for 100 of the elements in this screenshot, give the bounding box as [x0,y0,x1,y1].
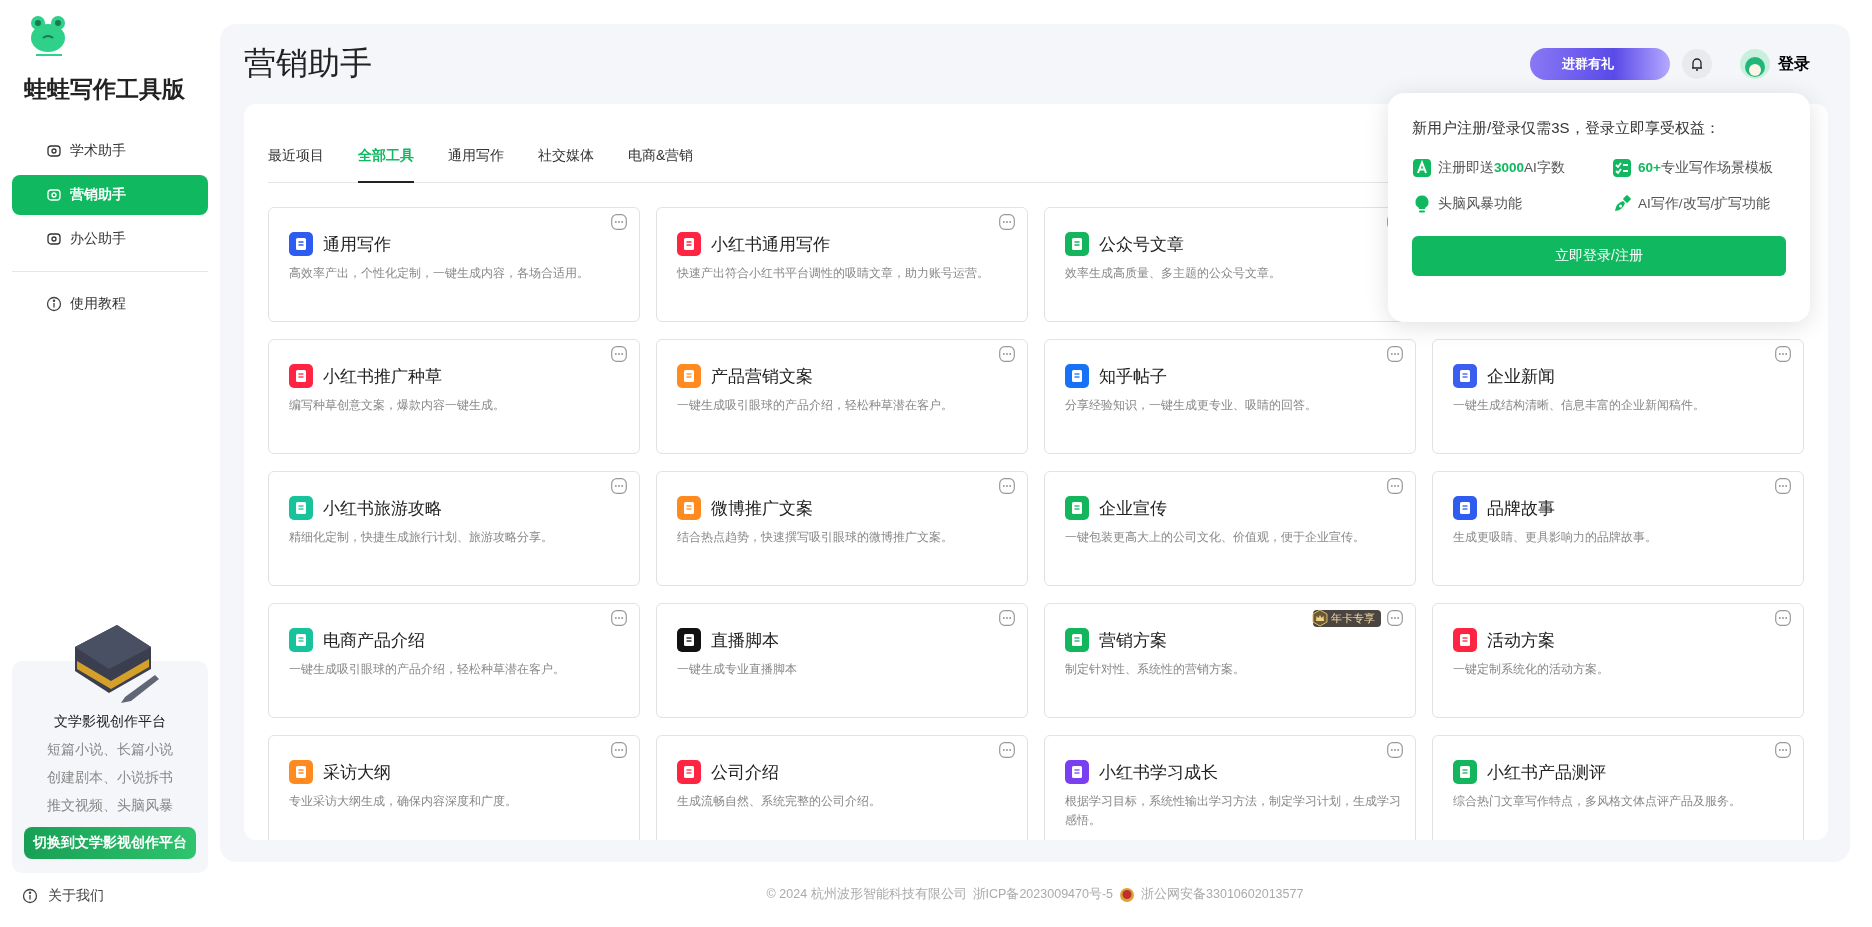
tool-card[interactable]: 小红书旅游攻略 精细化定制，快捷生成旅行计划、旅游攻略分享。 [268,471,640,586]
card-title: 小红书旅游攻略 [323,497,442,520]
card-title: 直播脚本 [711,629,779,652]
more-icon[interactable] [1387,346,1403,362]
more-icon[interactable] [611,214,627,230]
card-description: 一键生成吸引眼球的产品介绍，轻松种草潜在客户。 [677,397,954,414]
emblem-icon [1119,886,1136,903]
card-title: 小红书产品测评 [1487,761,1606,784]
promo-text: 创建剧本、小说拆书 [47,769,173,787]
tab[interactable]: 电商&营销 [628,147,694,183]
letter-icon [1412,158,1432,178]
info-icon [22,888,38,904]
tool-card[interactable]: 小红书学习成长 根据学习目标，系统性输出学习方法，制定学习计划，生成学习感悟。 [1044,735,1416,840]
card-description: 效率生成高质量、多主题的公众号文章。 [1065,265,1282,282]
tool-card[interactable]: 小红书产品测评 综合热门文章写作特点，多风格文体点评产品及服务。 [1432,735,1804,840]
login-button[interactable]: 登录 [1778,53,1810,75]
card-description: 一键生成专业直播脚本 [677,661,798,678]
tool-card[interactable]: 企业新闻 一键生成结构清晰、信息丰富的企业新闻稿件。 [1432,339,1804,454]
tool-card[interactable]: 知乎帖子 分享经验知识，一键生成更专业、吸睛的回答。 [1044,339,1416,454]
card-description: 一键生成吸引眼球的产品介绍，轻松种草潜在客户。 [289,661,566,678]
card-title: 活动方案 [1487,629,1555,652]
more-icon[interactable] [999,742,1015,758]
tool-card[interactable]: 活动方案 一键定制系统化的活动方案。 [1432,603,1804,718]
tool-card[interactable]: 小红书通用写作 快速产出符合小红书平台调性的吸睛文章，助力账号运营。 [656,207,1028,322]
about-link[interactable]: 关于我们 [22,887,220,905]
more-icon[interactable] [1775,610,1791,626]
card-description: 精细化定制，快捷生成旅行计划、旅游攻略分享。 [289,529,554,546]
tool-card[interactable]: 电商产品介绍 一键生成吸引眼球的产品介绍，轻松种草潜在客户。 [268,603,640,718]
tool-card[interactable]: 企业宣传 一键包装更高大上的公司文化、价值观，便于企业宣传。 [1044,471,1416,586]
card-title: 营销方案 [1099,629,1167,652]
card-description: 一键包装更高大上的公司文化、价值观，便于企业宣传。 [1065,529,1366,546]
card-title: 电商产品介绍 [323,629,425,652]
more-icon[interactable] [611,478,627,494]
bell-icon[interactable] [1682,49,1712,79]
more-icon[interactable] [1775,478,1791,494]
nav-icon [46,231,62,247]
card-title: 企业新闻 [1487,365,1555,388]
card-title: 品牌故事 [1487,497,1555,520]
card-title: 知乎帖子 [1099,365,1167,388]
more-icon[interactable] [611,610,627,626]
tool-card[interactable]: 年卡专享 营销方案 制定针对性、系统性的营销方案。 [1044,603,1416,718]
tool-card[interactable]: 产品营销文案 一键生成吸引眼球的产品介绍，轻松种草潜在客户。 [656,339,1028,454]
tool-card[interactable]: 通用写作 高效率产出，个性化定制，一键生成内容，各场合适用。 [268,207,640,322]
tab[interactable]: 通用写作 [448,147,504,183]
badge: 年卡专享 [1313,610,1381,627]
card-description: 生成流畅自然、系统完整的公司介绍。 [677,793,882,810]
tab[interactable]: 社交媒体 [538,147,594,183]
promo-text: 推文视频、头脑风暴 [47,797,173,815]
card-title: 公司介绍 [711,761,779,784]
tool-card[interactable]: 直播脚本 一键生成专业直播脚本 [656,603,1028,718]
more-icon[interactable] [1775,742,1791,758]
tool-card[interactable]: 采访大纲 专业采访大纲生成，确保内容深度和广度。 [268,735,640,840]
card-title: 微博推广文案 [711,497,813,520]
nav-icon [46,187,62,203]
feature-text: 头脑风暴功能 [1438,195,1522,213]
card-description: 生成更吸睛、更具影响力的品牌故事。 [1453,529,1658,546]
nav-icon [46,143,62,159]
card-title: 公众号文章 [1099,233,1184,256]
tool-card[interactable]: 微博推广文案 结合热点趋势，快速撰写吸引眼球的微博推广文案。 [656,471,1028,586]
more-icon[interactable] [999,214,1015,230]
more-icon[interactable] [999,610,1015,626]
nav-item[interactable]: 使用教程 [12,284,208,324]
nav-item[interactable]: 办公助手 [12,219,208,259]
gift-button[interactable]: 进群有礼 [1530,48,1670,80]
tool-card[interactable]: 品牌故事 生成更吸睛、更具影响力的品牌故事。 [1432,471,1804,586]
card-description: 根据学习目标，系统性输出学习方法，制定学习计划，生成学习感悟。 [1065,793,1401,830]
promo-text: 短篇小说、长篇小说 [47,741,173,759]
tool-card[interactable]: 小红书推广种草 编写种草创意文案，爆款内容一键生成。 [268,339,640,454]
copyright-text: © 2024 杭州波形智能科技有限公司 [766,886,967,903]
feature-text: AI写作/改写/扩写功能 [1638,195,1771,213]
card-description: 综合热门文章写作特点，多风格文体点评产品及服务。 [1453,793,1742,810]
card-description: 一键生成结构清晰、信息丰富的企业新闻稿件。 [1453,397,1706,414]
more-icon[interactable] [1387,742,1403,758]
card-description: 一键定制系统化的活动方案。 [1453,661,1610,678]
more-icon[interactable] [1387,610,1403,626]
card-title: 小红书通用写作 [711,233,830,256]
more-icon[interactable] [611,346,627,362]
tool-card[interactable]: 公司介绍 生成流畅自然、系统完整的公司介绍。 [656,735,1028,840]
card-title: 采访大纲 [323,761,391,784]
more-icon[interactable] [999,346,1015,362]
card-description: 专业采访大纲生成，确保内容深度和广度。 [289,793,518,810]
more-icon[interactable] [1387,478,1403,494]
card-description: 高效率产出，个性化定制，一键生成内容，各场合适用。 [289,265,590,282]
card-description: 编写种草创意文案，爆款内容一键生成。 [289,397,506,414]
info-icon [46,296,62,312]
card-title: 小红书推广种草 [323,365,442,388]
nav-item[interactable]: 学术助手 [12,131,208,171]
checklist-icon [1612,158,1632,178]
tab[interactable]: 最近项目 [268,147,324,183]
card-title: 通用写作 [323,233,391,256]
card-title: 产品营销文案 [711,365,813,388]
avatar-icon[interactable] [1740,49,1770,79]
more-icon[interactable] [1775,346,1791,362]
more-icon[interactable] [611,742,627,758]
promo-title: 文学影视创作平台 [54,713,166,731]
page-title: 营销助手 [244,44,373,83]
feature-text: 注册即送3000AI字数 [1438,159,1565,177]
pen-icon [1612,194,1632,214]
popup-title: 新用户注册/登录仅需3S，登录立即享受权益： [1412,119,1721,138]
more-icon[interactable] [999,478,1015,494]
